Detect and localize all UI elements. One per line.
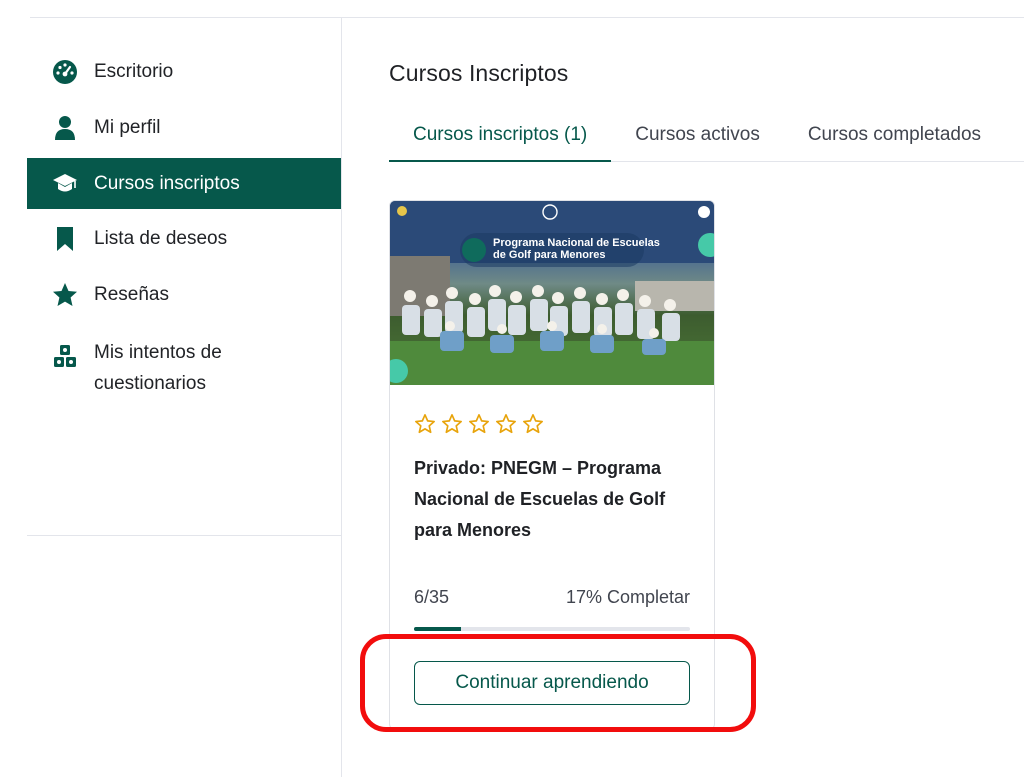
- user-icon: [51, 114, 79, 142]
- star-outline-icon: [442, 414, 462, 434]
- progress-info: 6/35 17% Completar: [414, 587, 690, 608]
- sidebar-item-resenas[interactable]: Reseñas: [27, 269, 341, 321]
- group-photo-illustration: [390, 201, 714, 385]
- sidebar-item-cursos-inscriptos[interactable]: Cursos inscriptos: [27, 158, 341, 209]
- course-thumbnail[interactable]: Programa Nacional de Escuelas de Golf pa…: [390, 201, 714, 385]
- sidebar-item-label: Mi perfil: [94, 117, 161, 138]
- star-outline-icon: [523, 414, 543, 434]
- quiz-blocks-icon: [51, 343, 79, 371]
- star-outline-icon: [415, 414, 435, 434]
- progress-bar: [414, 627, 690, 631]
- course-card: Programa Nacional de Escuelas de Golf pa…: [389, 200, 715, 730]
- graduation-cap-icon: [51, 170, 79, 198]
- tab-cursos-completados[interactable]: Cursos completados: [784, 112, 1005, 162]
- sidebar-item-lista-de-deseos[interactable]: Lista de deseos: [27, 213, 341, 265]
- top-divider: [30, 17, 1024, 18]
- page-title: Cursos Inscriptos: [389, 60, 569, 86]
- sidebar-divider: [341, 18, 342, 777]
- dashboard-gauge-icon: [51, 58, 79, 86]
- sidebar-item-label: Lista de deseos: [94, 228, 228, 249]
- progress-bar-fill: [414, 627, 461, 631]
- sidebar-item-label: Cursos inscriptos: [94, 172, 240, 194]
- course-tabs: Cursos inscriptos (1) Cursos activos Cur…: [389, 112, 1024, 162]
- star-outline-icon: [496, 414, 516, 434]
- continue-learning-button[interactable]: Continuar aprendiendo: [414, 661, 690, 705]
- sidebar-item-escritorio[interactable]: Escritorio: [27, 46, 341, 98]
- progress-percent-label: 17% Completar: [565, 587, 690, 607]
- sidebar-nav: Escritorio Mi perfil Cursos inscriptos L…: [27, 46, 341, 409]
- course-rating: [414, 413, 544, 435]
- tab-cursos-inscriptos[interactable]: Cursos inscriptos (1): [389, 112, 612, 162]
- sidebar-item-label: Escritorio: [94, 61, 174, 82]
- sidebar-item-mis-intentos[interactable]: Mis intentos de cuestionarios: [27, 325, 341, 405]
- sidebar-bottom-divider: [27, 535, 341, 536]
- course-title-link[interactable]: Privado: PNEGM – Programa Nacional de Es…: [414, 453, 694, 546]
- sidebar-item-label: Reseñas: [94, 284, 169, 305]
- sidebar-item-label: Mis intentos de cuestionarios: [94, 342, 222, 394]
- bookmark-icon: [51, 225, 79, 253]
- tab-cursos-activos[interactable]: Cursos activos: [611, 112, 784, 162]
- sidebar-item-mi-perfil[interactable]: Mi perfil: [27, 102, 341, 154]
- star-icon: [51, 281, 79, 309]
- star-outline-icon: [469, 414, 489, 434]
- thumbnail-title: Programa Nacional de Escuelas de Golf pa…: [493, 237, 660, 261]
- progress-count: 6/35: [414, 587, 450, 607]
